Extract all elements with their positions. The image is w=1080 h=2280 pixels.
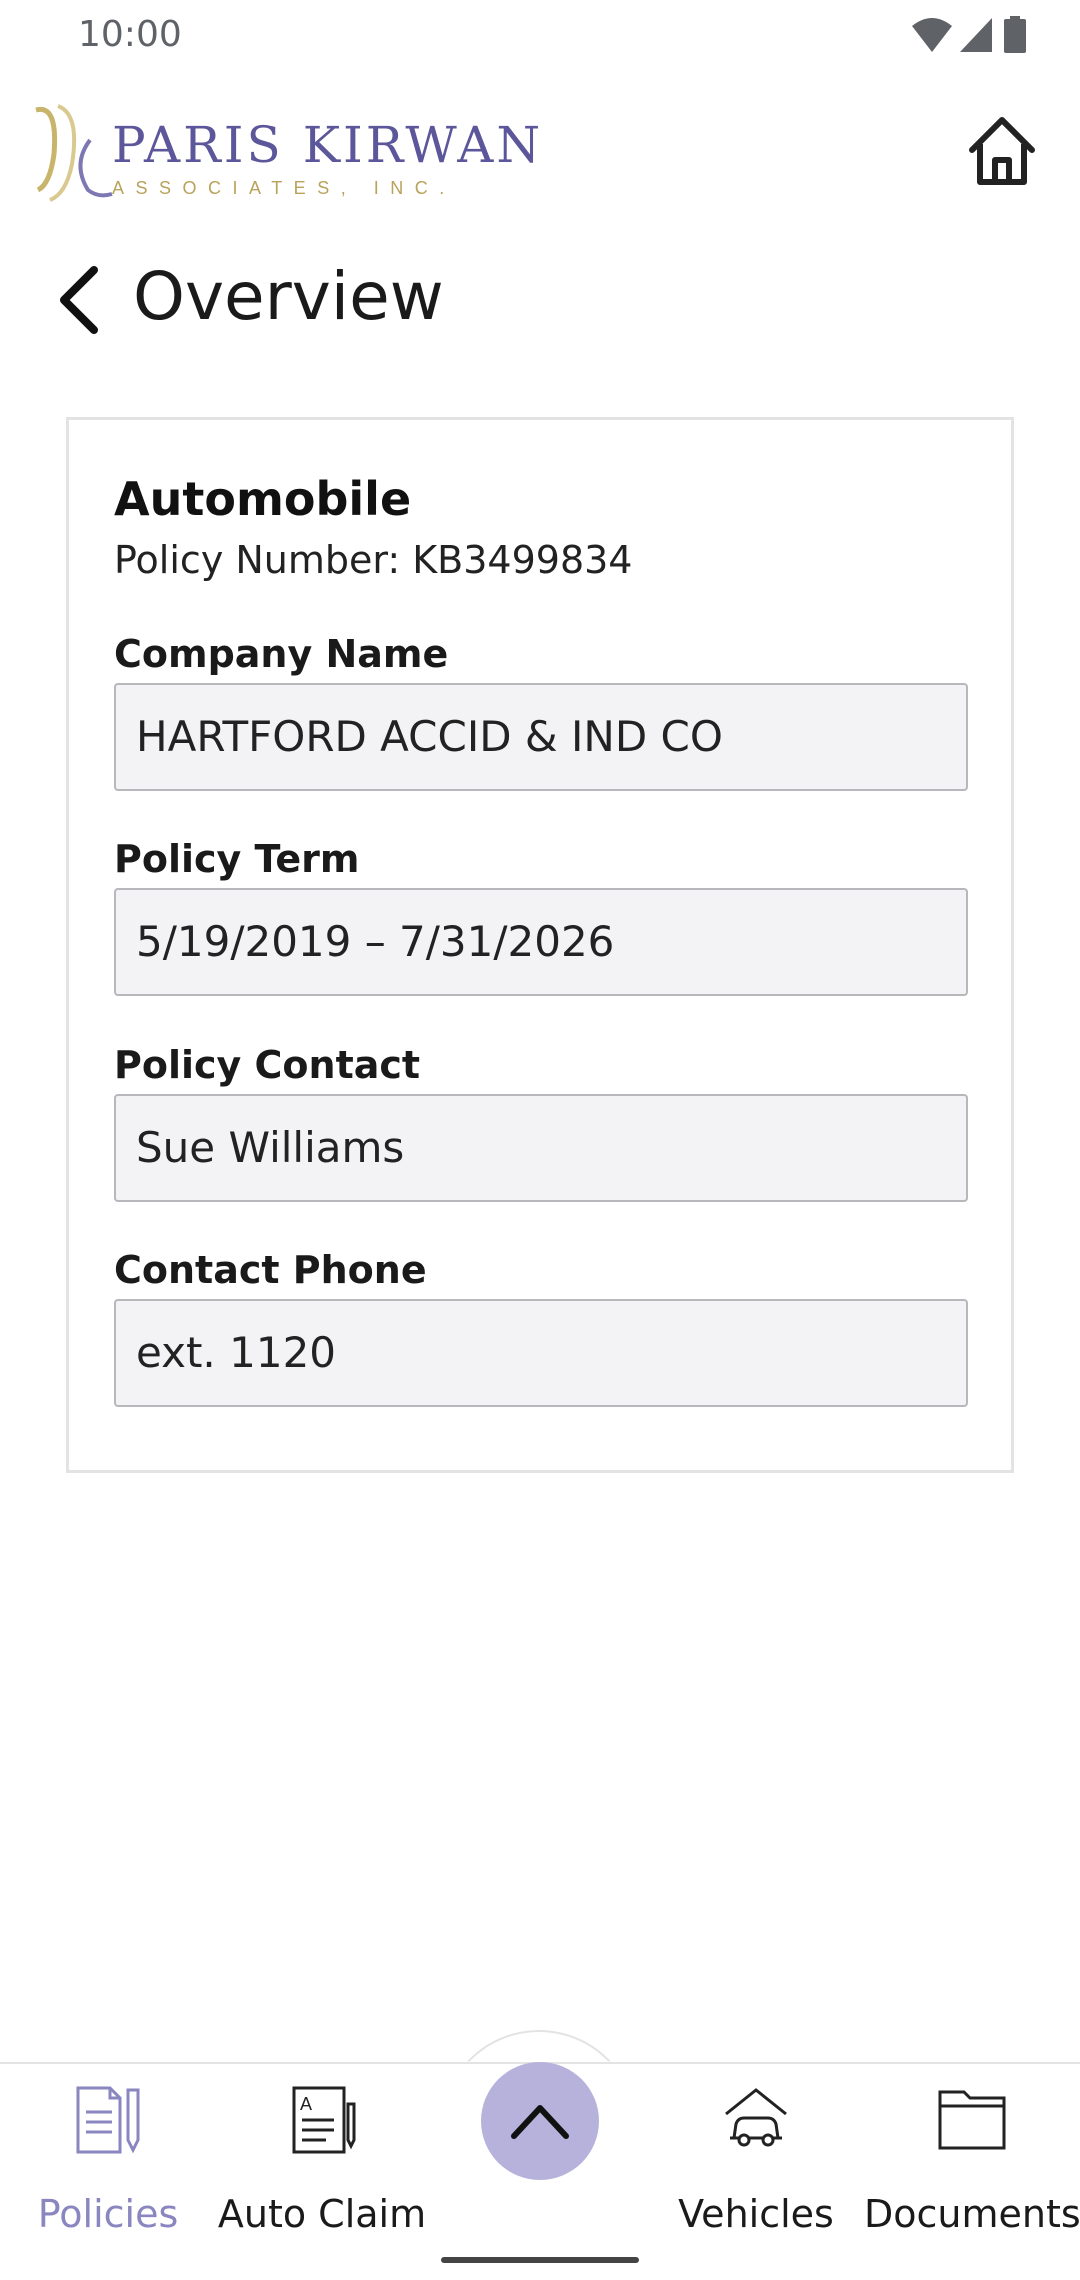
expand-menu-button[interactable] [481,2062,599,2180]
policy-document-icon [72,2084,144,2160]
logo-text-sub: ASSOCIATES, INC. [112,178,456,198]
policy-type-title: Automobile [114,472,412,526]
battery-icon [1004,16,1026,60]
folder-icon [936,2084,1008,2160]
logo-swoosh-icon [35,104,113,202]
page-title: Overview [133,258,444,335]
wifi-icon [910,16,954,60]
policy-term-field: 5/19/2019 – 7/31/2026 [114,888,968,996]
svg-text:A: A [300,2094,312,2114]
logo-text-main: PARIS KIRWAN [112,116,544,174]
contact-phone-label: Contact Phone [114,1248,427,1292]
car-garage-icon [720,2084,792,2160]
chevron-up-icon [511,2105,569,2139]
policy-card: Automobile Policy Number: KB3499834 Comp… [66,417,1014,1473]
gesture-navigation-bar[interactable] [441,2257,639,2263]
nav-label-vehicles: Vehicles [678,2192,834,2236]
nav-item-documents[interactable]: Documents [864,2084,1080,2244]
company-logo: PARIS KIRWAN ASSOCIATES, INC. [28,94,548,204]
status-icons [910,16,1040,56]
company-name-label: Company Name [114,632,449,676]
nav-item-policies[interactable]: Policies [0,2084,216,2244]
nav-label-policies: Policies [37,2192,179,2236]
nav-label-auto-claim: Auto Claim [217,2192,427,2236]
policy-term-label: Policy Term [114,837,360,881]
policy-contact-field: Sue Williams [114,1094,968,1202]
back-button[interactable] [50,260,110,340]
home-button[interactable] [962,110,1042,190]
title-row: Overview [0,240,1080,360]
policy-contact-label: Policy Contact [114,1043,421,1087]
contact-phone-field[interactable]: ext. 1120 [114,1299,968,1407]
nav-item-vehicles[interactable]: Vehicles [648,2084,864,2244]
status-bar: 10:00 [0,0,1080,70]
claim-form-icon: A [286,2084,358,2160]
cellular-signal-icon [958,16,994,60]
app-header: PARIS KIRWAN ASSOCIATES, INC. [0,70,1080,230]
policy-number: Policy Number: KB3499834 [114,538,633,582]
app-screen: 10:00 PARIS KIRWAN ASSOCIATES, INC. Over… [0,0,1080,2280]
company-name-field: HARTFORD ACCID & IND CO [114,683,968,791]
nav-item-auto-claim[interactable]: A Auto Claim [214,2084,430,2244]
chevron-left-icon [60,266,98,334]
status-time: 10:00 [78,14,182,55]
home-icon [969,117,1035,185]
nav-label-documents: Documents [864,2192,1080,2236]
